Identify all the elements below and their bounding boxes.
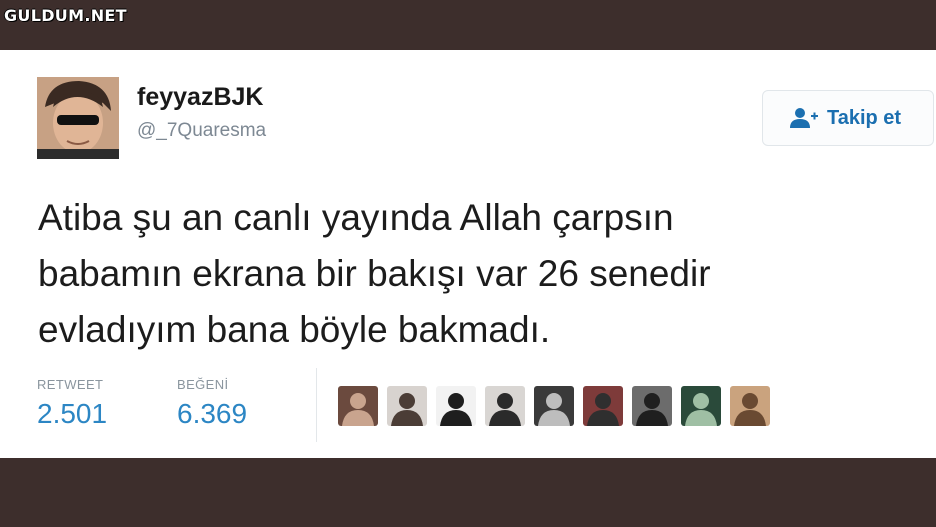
liker-avatars	[338, 386, 779, 426]
liker-avatar-7[interactable]	[632, 386, 672, 426]
tweet-text-line: babamın ekrana bir bakışı var 26 senedir	[38, 253, 711, 294]
retweet-count: 2.501	[37, 398, 108, 429]
liker-avatar-8[interactable]	[681, 386, 721, 426]
liker-avatar-3[interactable]	[436, 386, 476, 426]
retweet-stat[interactable]: RETWEET 2.501	[37, 377, 107, 430]
tweet-card: feyyazBJK @_7Quaresma Takip et Atiba şu …	[0, 50, 936, 458]
tweet-text: Atiba şu an canlı yayında Allah çarpsın …	[38, 190, 918, 358]
follow-button[interactable]: Takip et	[762, 90, 934, 146]
follow-button-label: Takip et	[827, 106, 902, 129]
like-count: 6.369	[177, 398, 248, 429]
liker-avatar-4[interactable]	[485, 386, 525, 426]
display-name[interactable]: feyyazBJK	[137, 83, 263, 112]
watermark-logo: GULDUM.NET	[4, 6, 127, 25]
avatar[interactable]	[37, 77, 119, 159]
liker-avatar-1[interactable]	[338, 386, 378, 426]
liker-avatar-5[interactable]	[534, 386, 574, 426]
liker-avatar-6[interactable]	[583, 386, 623, 426]
liker-avatar-9[interactable]	[730, 386, 770, 426]
divider	[316, 368, 317, 442]
like-stat[interactable]: BEĞENİ 6.369	[177, 377, 247, 430]
tweet-text-line: evladıyım bana böyle bakmadı.	[38, 309, 551, 350]
retweet-label: RETWEET	[37, 377, 104, 392]
add-user-icon	[790, 108, 818, 128]
tweet-text-line: Atiba şu an canlı yayında Allah çarpsın	[38, 197, 674, 238]
liker-avatar-2[interactable]	[387, 386, 427, 426]
like-label: BEĞENİ	[177, 377, 229, 392]
user-handle[interactable]: @_7Quaresma	[137, 120, 266, 142]
